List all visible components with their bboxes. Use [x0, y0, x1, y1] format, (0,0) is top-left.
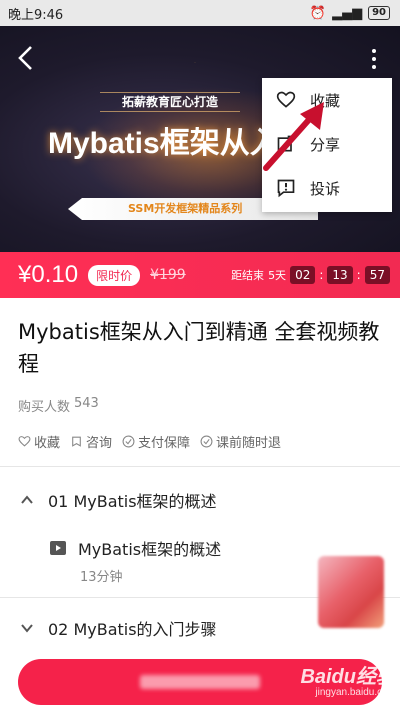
menu-item-label: 投诉 — [310, 179, 341, 198]
alarm-icon: ⏰ — [309, 5, 327, 21]
countdown-separator: : — [356, 268, 361, 282]
chevron-left-icon — [18, 46, 32, 70]
favorite-feature[interactable]: 收藏 — [18, 432, 60, 451]
baidu-watermark: Baidu经验 jingyan.baidu.com — [276, 660, 396, 706]
watermark-main: Baidu经验 — [300, 666, 396, 688]
more-dot — [372, 49, 376, 53]
heart-icon — [276, 91, 296, 108]
signal-icon: ▂▄▆ — [332, 5, 363, 21]
refund-feature: 课前随时退 — [200, 432, 281, 451]
menu-item-label: 收藏 — [310, 91, 341, 110]
chevron-down-icon — [21, 624, 33, 633]
menu-item-share[interactable]: 分享 — [262, 122, 392, 166]
buyers-count: 购买人数 543 — [18, 396, 99, 415]
blurred-button-label — [140, 675, 260, 689]
battery-icon: 90 — [368, 6, 390, 20]
consult-feature[interactable]: 咨询 — [70, 432, 112, 451]
countdown-minutes: 13 — [327, 266, 353, 284]
banner-subtitle: 拓薪教育匠心打造 — [100, 92, 241, 112]
status-bar: 晚上9:46 ⏰ ▂▄▆ 90 — [0, 0, 400, 26]
menu-item-report[interactable]: 投诉 — [262, 166, 392, 210]
back-button[interactable] — [10, 40, 40, 76]
more-dot — [372, 65, 376, 69]
countdown-label: 距结束 — [231, 269, 265, 282]
lesson-title: MyBatis框架的概述 — [78, 540, 222, 559]
buyers-number: 543 — [74, 396, 99, 411]
countdown: 距结束 5天 02 : 13 : 57 — [231, 266, 390, 284]
share-icon — [277, 135, 294, 152]
watermark-sub: jingyan.baidu.com — [315, 687, 396, 698]
lesson-item[interactable]: MyBatis框架的概述 — [50, 536, 221, 560]
more-options-button[interactable] — [364, 44, 384, 74]
course-detail-page: 晚上9:46 ⏰ ▂▄▆ 90 拓薪教育匠心打造 Mybatis框架从入门 SS… — [0, 0, 400, 711]
status-time: 晚上9:46 — [8, 7, 64, 23]
status-icons: ⏰ ▂▄▆ 90 — [310, 6, 390, 21]
report-icon — [277, 179, 295, 198]
limited-price-badge: 限时价 — [88, 264, 141, 286]
original-price: ¥199 — [150, 267, 186, 283]
check-circle-icon — [200, 435, 213, 448]
payment-guarantee-feature: 支付保障 — [122, 432, 190, 451]
countdown-seconds: 57 — [364, 266, 390, 284]
chapter-label: 02 MyBatis的入门步骤 — [48, 620, 217, 639]
options-menu: 收藏 分享 投诉 — [262, 78, 392, 212]
current-price: ¥0.10 — [18, 261, 79, 288]
heart-icon — [18, 436, 31, 447]
banner-ribbon-text: SSM开发框架精品系列 — [128, 202, 243, 215]
chevron-up-icon — [21, 495, 33, 504]
video-play-icon — [50, 541, 66, 555]
section-divider — [0, 466, 400, 467]
more-dot — [372, 57, 376, 61]
floating-ad-thumbnail[interactable] — [318, 556, 384, 628]
buyers-label: 购买人数 — [18, 400, 71, 415]
menu-item-favorite[interactable]: 收藏 — [262, 78, 392, 122]
check-circle-icon — [122, 435, 135, 448]
feature-label: 支付保障 — [138, 436, 191, 451]
menu-item-label: 分享 — [310, 135, 341, 154]
countdown-hours: 02 — [290, 266, 316, 284]
course-title: Mybatis框架从入门到精通 全套视频教程 — [18, 320, 380, 376]
chapter-item[interactable]: 01 MyBatis框架的概述 — [0, 472, 400, 528]
price-bar: ¥0.10 限时价 ¥199 距结束 5天 02 : 13 : 57 — [0, 252, 400, 298]
countdown-days: 5天 — [268, 269, 287, 282]
feature-label: 收藏 — [34, 436, 61, 451]
feature-label: 咨询 — [86, 436, 113, 451]
feature-row: 收藏 咨询 支付保障 课前随时退 — [18, 432, 281, 451]
countdown-separator: : — [319, 268, 324, 282]
feature-label: 课前随时退 — [216, 436, 282, 451]
chat-icon — [72, 436, 81, 447]
lesson-duration: 13分钟 — [80, 570, 123, 585]
chapter-label: 01 MyBatis框架的概述 — [48, 492, 217, 511]
